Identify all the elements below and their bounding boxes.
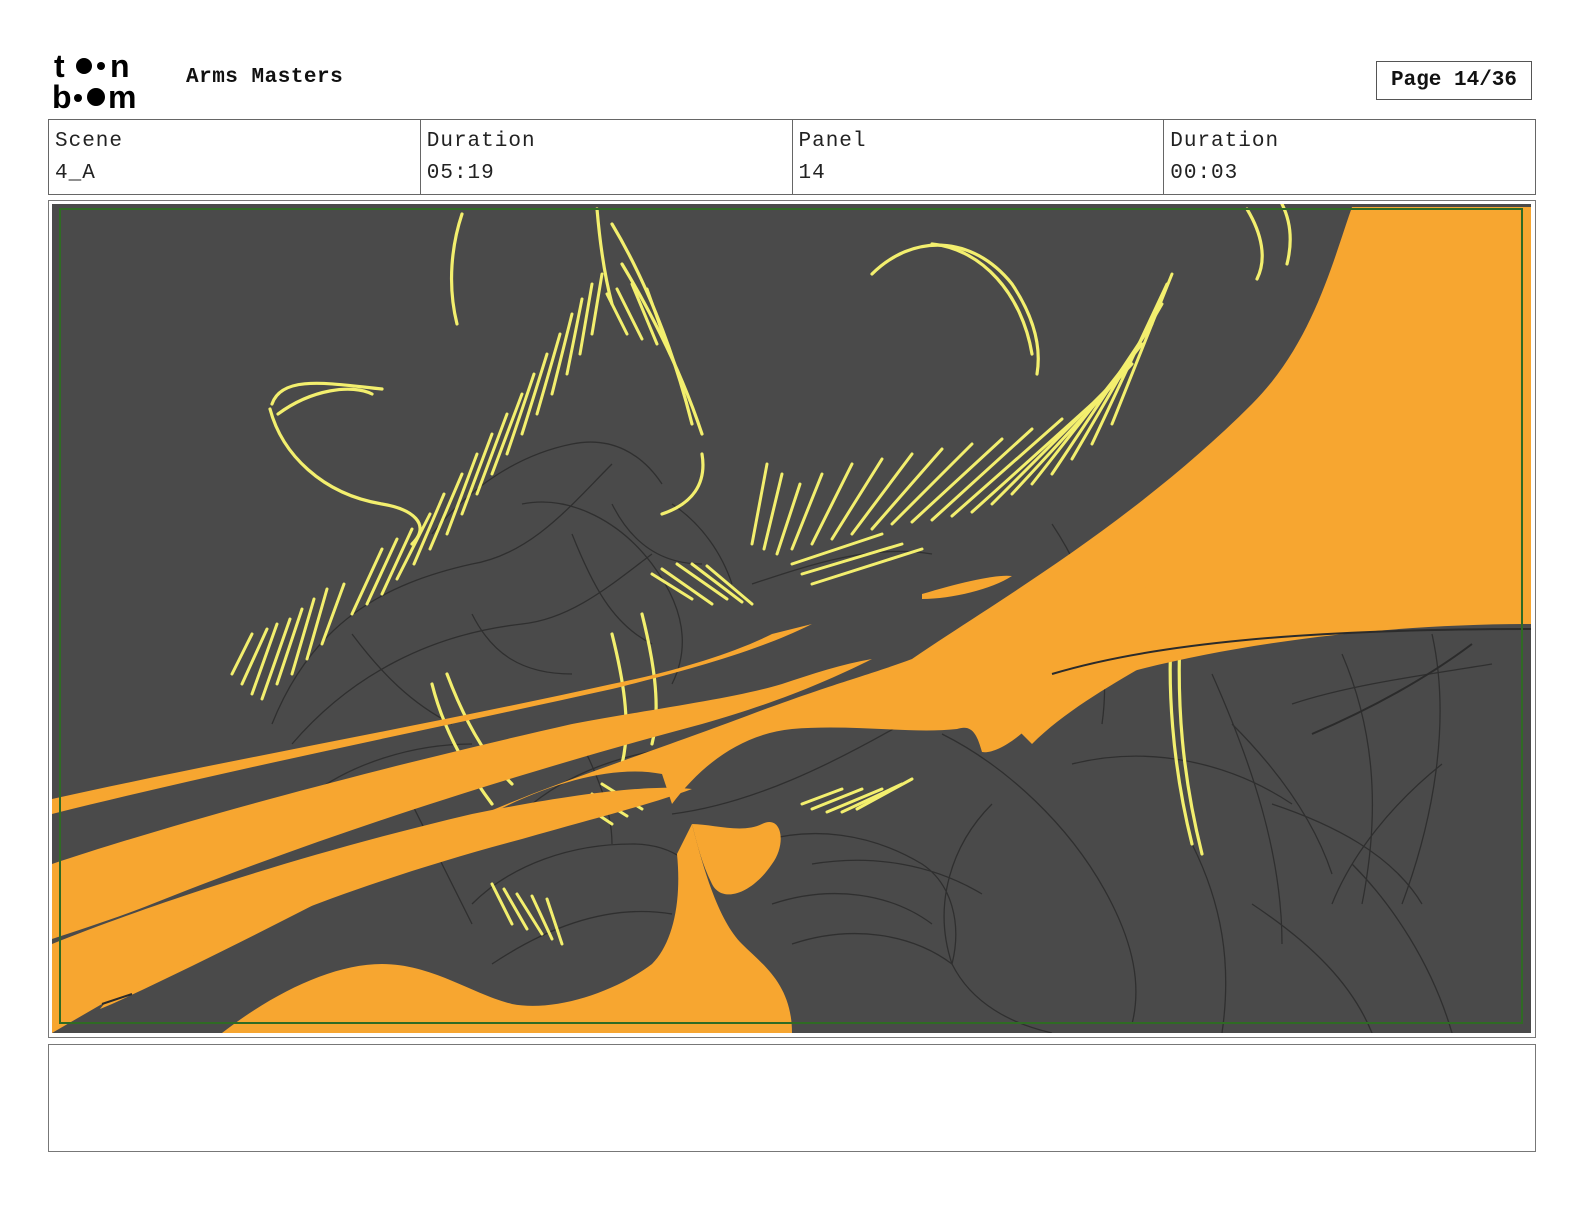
panel-duration-value: 00:03 (1170, 162, 1239, 185)
page-indicator: Page 14/36 (1376, 61, 1532, 100)
panel-value: 14 (798, 162, 826, 185)
panel-notes-box (48, 1044, 1536, 1152)
scene-duration-value: 05:19 (426, 162, 495, 185)
panel-info-table: Scene 4_A Duration 05:19 Panel 14 Durati… (48, 119, 1536, 195)
panel-frame (48, 200, 1536, 1038)
scene-value: 4_A (55, 162, 96, 185)
svg-text:b: b (52, 79, 72, 112)
panel-duration-cell: Duration 00:03 (1164, 120, 1535, 194)
panel-label: Panel (798, 130, 867, 153)
scene-cell: Scene 4_A (49, 120, 421, 194)
svg-text:m: m (108, 79, 136, 112)
scene-duration-cell: Duration 05:19 (421, 120, 793, 194)
storyboard-panel-image (52, 204, 1531, 1033)
project-title: Arms Masters (186, 66, 344, 89)
panel-duration-label: Duration (1170, 130, 1280, 153)
toon-boom-logo: t n b m (52, 50, 136, 112)
panel-cell: Panel 14 (793, 120, 1165, 194)
scene-duration-label: Duration (426, 130, 536, 153)
scene-label: Scene (55, 130, 124, 153)
